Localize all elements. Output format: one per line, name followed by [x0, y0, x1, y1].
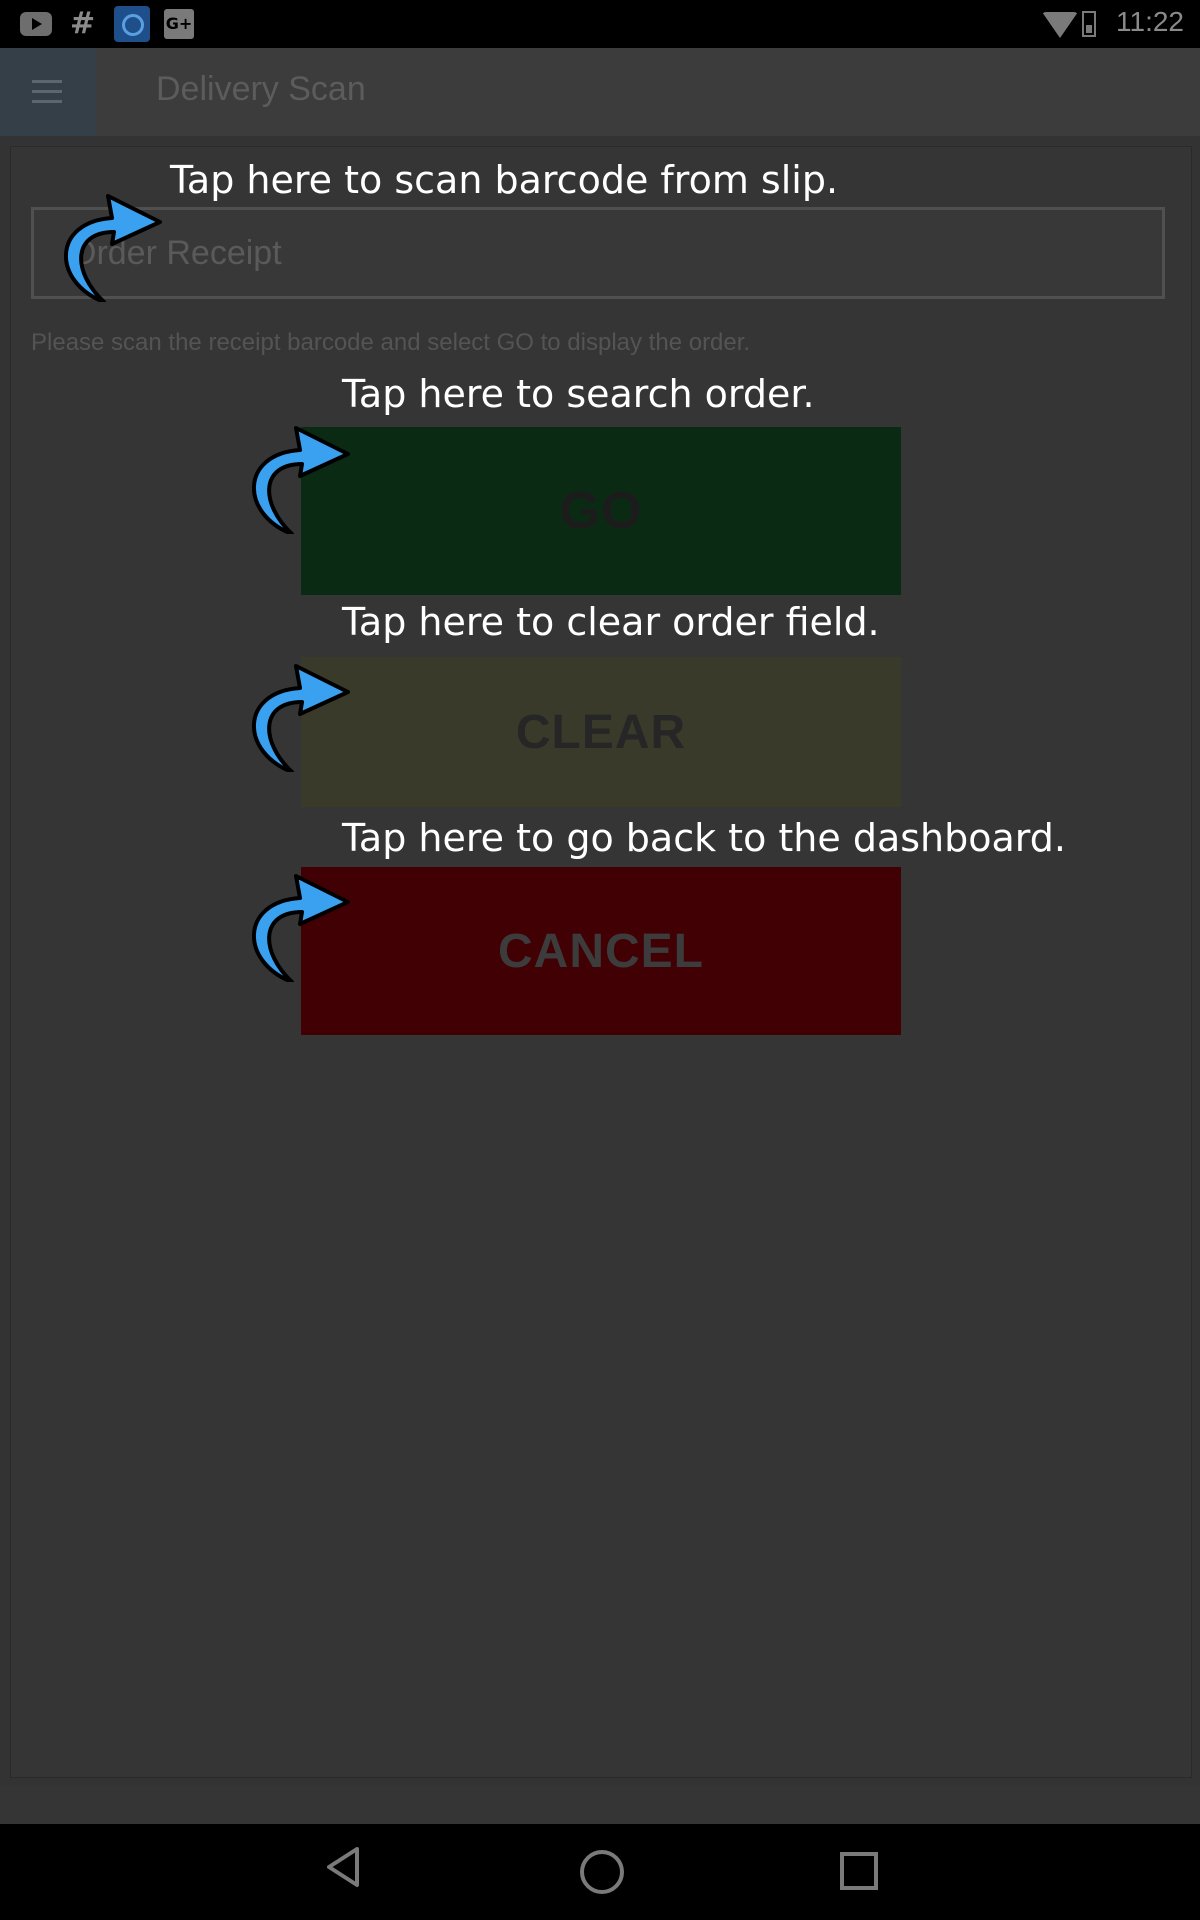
battery-icon: [1082, 11, 1096, 37]
status-time: 11:22: [1116, 6, 1184, 37]
helper-text: Please scan the receipt barcode and sele…: [31, 329, 751, 356]
status-bar: # G+ 11:22: [0, 0, 1200, 48]
cancel-button[interactable]: CANCEL: [301, 867, 901, 1035]
page-title: Delivery Scan: [156, 70, 366, 108]
order-receipt-input[interactable]: [34, 210, 1162, 296]
home-icon[interactable]: [580, 1850, 624, 1894]
tip-go: Tap here to search order.: [342, 372, 815, 416]
app-bar: Delivery Scan: [0, 48, 1200, 136]
curved-arrow-icon: [252, 664, 350, 772]
app-icon: [114, 6, 150, 42]
order-receipt-field-container: [31, 207, 1165, 299]
navigation-bar: [0, 1824, 1200, 1920]
google-plus-icon: G+: [164, 9, 194, 39]
clear-button[interactable]: CLEAR: [301, 657, 901, 807]
recent-apps-icon[interactable]: [840, 1852, 878, 1890]
tip-clear: Tap here to clear order field.: [342, 600, 880, 644]
bottom-strip: [0, 1786, 1200, 1826]
curved-arrow-icon: [64, 194, 162, 302]
tip-scan: Tap here to scan barcode from slip.: [170, 158, 839, 202]
curved-arrow-icon: [252, 426, 350, 534]
hash-icon: #: [70, 6, 96, 41]
curved-arrow-icon: [252, 874, 350, 982]
youtube-icon: [20, 12, 52, 36]
go-button[interactable]: GO: [301, 427, 901, 595]
tip-cancel: Tap here to go back to the dashboard.: [342, 816, 1066, 860]
back-icon[interactable]: [325, 1846, 361, 1888]
wifi-icon: [1042, 12, 1078, 38]
hamburger-menu-icon[interactable]: [0, 48, 96, 136]
